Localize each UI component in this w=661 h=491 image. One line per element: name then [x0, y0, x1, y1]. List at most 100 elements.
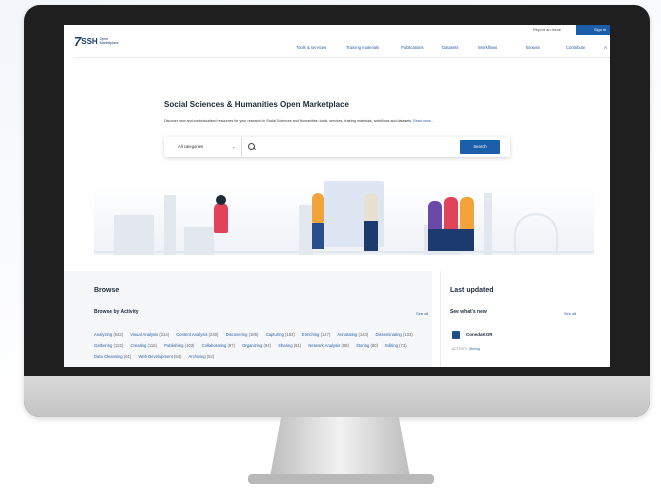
activity-tag[interactable]: Collaborating (97)	[202, 343, 235, 348]
utility-bar: Report an issue Sign in	[64, 25, 610, 39]
activity-tag-count: (52)	[206, 354, 215, 359]
nav-datasets[interactable]: Datasets	[442, 45, 459, 50]
person-figure	[444, 197, 458, 231]
person-figure	[312, 193, 324, 223]
activity-tag-count: (80)	[370, 343, 378, 348]
nav-workflows[interactable]: Workflows	[478, 45, 497, 50]
activity-tag[interactable]: Web Development (54)	[138, 354, 181, 359]
nav-more[interactable]: A	[604, 45, 607, 50]
logo-subtitle: Open Marketplace	[99, 37, 119, 45]
activity-tag[interactable]: Enriching (147)	[302, 332, 330, 337]
activity-tag-count: (54)	[173, 354, 182, 359]
search-bar: All categories ⌄ Search	[164, 137, 510, 157]
activity-tag[interactable]: Capturing (153)	[266, 332, 295, 337]
chevron-down-icon: ⌄	[232, 144, 236, 149]
category-select[interactable]: All categories	[164, 137, 242, 157]
nav-contribute[interactable]: Contribute	[566, 45, 585, 50]
nav-publications[interactable]: Publications	[401, 45, 424, 50]
updated-item-meta-label: ACTIVITY:	[452, 347, 469, 351]
activity-tag-count: (103)	[184, 343, 195, 348]
activity-tag[interactable]: Archiving (52)	[188, 354, 214, 359]
activity-tag-label: Editing	[385, 343, 398, 348]
report-issue-link[interactable]: Report an issue	[533, 27, 561, 32]
updated-item-name[interactable]: ConedaKOR	[466, 332, 493, 337]
activity-tag-count: (147)	[320, 332, 331, 337]
browse-see-all-link[interactable]: See all	[416, 311, 428, 316]
activity-tag[interactable]: Content Analysis (230)	[176, 332, 218, 337]
activity-tag-label: Storing	[356, 343, 370, 348]
activity-tag-count: (73)	[399, 343, 407, 348]
updated-item-meta: ACTIVITY: Storing	[452, 347, 480, 351]
person-figure	[364, 193, 378, 223]
nav-browse[interactable]: Browse	[526, 45, 540, 50]
activity-tag-label: Discovering	[225, 332, 248, 337]
activity-tag[interactable]: Analyzing (642)	[94, 332, 123, 337]
read-more-link[interactable]: Read more...	[413, 119, 434, 123]
activity-tag-count: (314)	[159, 332, 170, 337]
activity-tag-label: Organizing	[242, 343, 263, 348]
person-legs	[364, 221, 378, 251]
activity-tag-label: Capturing	[265, 332, 284, 337]
activity-tag-count: (642)	[113, 332, 124, 337]
updated-item-meta-value[interactable]: Storing	[469, 347, 480, 351]
search-input[interactable]	[258, 141, 442, 155]
activity-tag[interactable]: Data Cleansing (61)	[94, 354, 131, 359]
activity-tag[interactable]: Annotating (143)	[337, 332, 368, 337]
activity-tag-label: Disseminating	[375, 332, 402, 337]
tower-shape	[164, 195, 176, 255]
ferris-wheel-shape	[514, 213, 558, 255]
person-figure	[460, 197, 474, 231]
monitor-stand-neck	[270, 417, 410, 477]
hero-title: Social Sciences & Humanities Open Market…	[164, 100, 349, 109]
person-figure	[428, 201, 442, 231]
tool-icon	[452, 331, 460, 339]
browse-by-activity-heading: Browse by Activity	[94, 309, 139, 315]
activity-tag[interactable]: Visual Analysis (314)	[130, 332, 169, 337]
activity-tag-count: (97)	[227, 343, 235, 348]
activity-tag[interactable]: Discovering (185)	[226, 332, 259, 337]
activity-tag-label: Archiving	[188, 354, 206, 359]
browse-title: Browse	[94, 287, 120, 294]
people-legs-group	[428, 229, 474, 251]
activity-tag-label: Enriching	[301, 332, 320, 337]
activity-tag-list: Analyzing (642) Visual Analysis (314) Co…	[94, 329, 424, 362]
sign-in-button[interactable]: Sign in	[576, 25, 610, 35]
person-legs	[312, 223, 324, 249]
last-updated-title: Last updated	[450, 287, 494, 294]
monitor-stand-foot	[248, 474, 434, 484]
activity-tag-label: Collaborating	[201, 343, 227, 348]
tower-shape	[299, 205, 313, 255]
activity-tag-count: (153)	[284, 332, 295, 337]
activity-tag-count: (230)	[208, 332, 219, 337]
activity-tag[interactable]: Storing (80)	[356, 343, 378, 348]
activity-tag[interactable]: Network Analysis (89)	[308, 343, 349, 348]
activity-tag-count: (91)	[293, 343, 302, 348]
last-updated-section	[440, 271, 610, 367]
main-nav: Tools & services Training materials Publ…	[64, 45, 610, 53]
activity-tag-label: Visual Analysis	[130, 332, 159, 337]
activity-tag-count: (61)	[123, 354, 132, 359]
activity-tag[interactable]: Publishing (103)	[164, 343, 194, 348]
activity-tag-count: (122)	[113, 343, 124, 348]
activity-tag[interactable]: Disseminating (133)	[375, 332, 412, 337]
nav-tools-services[interactable]: Tools & services	[296, 45, 326, 50]
activity-tag[interactable]: Sharing (91)	[278, 343, 301, 348]
illustration-ground	[94, 251, 594, 253]
tower-shape	[484, 193, 492, 255]
last-updated-see-all-link[interactable]: See all	[564, 311, 576, 316]
activity-tag-label: Analyzing	[94, 332, 113, 337]
activity-tag[interactable]: Editing (73)	[385, 343, 406, 348]
activity-tag[interactable]: Organizing (94)	[242, 343, 271, 348]
search-button[interactable]: Search	[460, 140, 500, 154]
activity-tag[interactable]: Gathering (122)	[94, 343, 123, 348]
activity-tag-label: Content Analysis	[176, 332, 208, 337]
activity-tag-label: Sharing	[278, 343, 293, 348]
hero-description-text: Discover new and contextualised resource…	[164, 119, 413, 123]
activity-tag-label: Creating	[130, 343, 147, 348]
activity-tag-label: Web Development	[138, 354, 173, 359]
activity-tag-count: (94)	[263, 343, 271, 348]
activity-tag-count: (143)	[358, 332, 369, 337]
activity-tag[interactable]: Creating (118)	[131, 343, 157, 348]
nav-training-materials[interactable]: Training materials	[346, 45, 379, 50]
person-figure	[214, 203, 228, 233]
